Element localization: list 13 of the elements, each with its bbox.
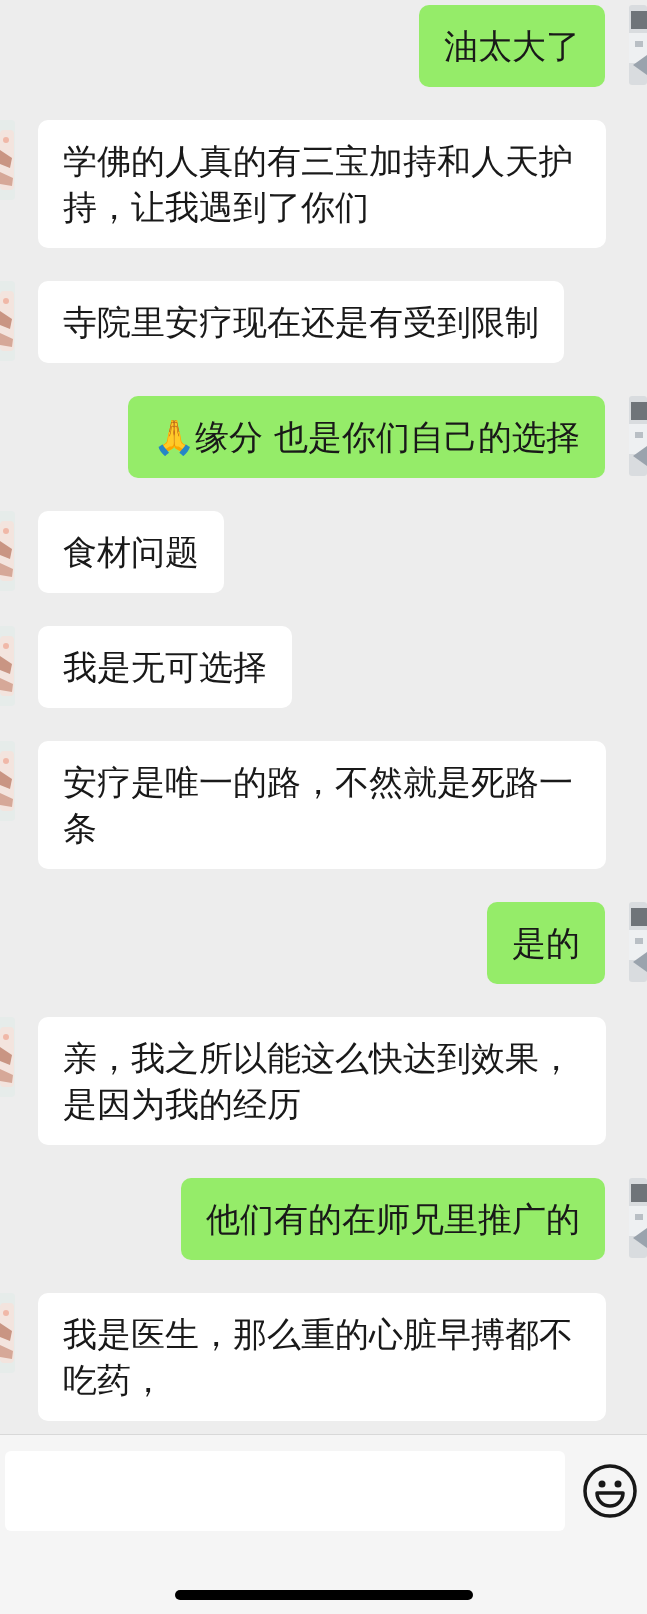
emoji-icon[interactable] [583, 1464, 637, 1518]
message-bubble: 我是医生，那么重的心脏早搏都不吃药， [38, 1293, 606, 1421]
home-indicator[interactable] [174, 1590, 473, 1600]
message-bubble: 🙏缘分 也是你们自己的选择 [128, 396, 605, 478]
message-bubble: 寺院里安疗现在还是有受到限制 [38, 281, 564, 363]
message-bubble: 学佛的人真的有三宝加持和人天护持，让我遇到了你们 [38, 120, 606, 248]
message-bubble: 安疗是唯一的路，不然就是死路一条 [38, 741, 606, 869]
message-bubble: 他们有的在师兄里推广的 [181, 1178, 605, 1260]
message-bubble: 是的 [487, 902, 605, 984]
message-bubble: 亲，我之所以能这么快达到效果，是因为我的经历 [38, 1017, 606, 1145]
message-bubble: 我是无可选择 [38, 626, 292, 708]
message-bubble: 油太大了 [419, 5, 605, 87]
message-bubble: 食材问题 [38, 511, 224, 593]
